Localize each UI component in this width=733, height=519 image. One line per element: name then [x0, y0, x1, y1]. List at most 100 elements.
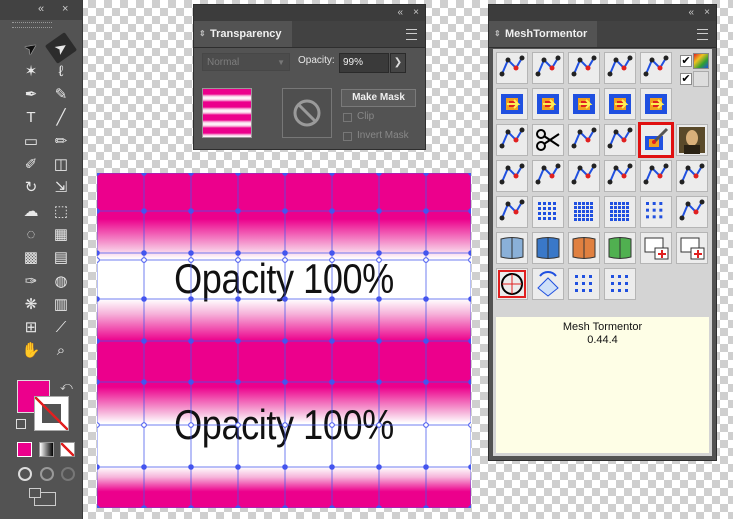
mesh-grid-lines[interactable] — [97, 173, 471, 508]
default-fill-stroke-icon[interactable] — [16, 419, 26, 429]
artwork-thumbnail[interactable] — [202, 88, 252, 138]
artwork-mesh-object[interactable]: Opacity 100% Opacity 100% — [97, 173, 471, 508]
panel-mesh-3-button[interactable] — [568, 232, 600, 264]
sparse-grid-button[interactable] — [640, 196, 672, 228]
close-icon[interactable]: × — [62, 2, 68, 16]
swatch-box-icon[interactable] — [693, 71, 709, 87]
grid-rows-button[interactable] — [604, 268, 636, 300]
rotate-90-button[interactable] — [532, 160, 564, 192]
panel-grip[interactable] — [12, 22, 52, 28]
slice-tool-icon[interactable]: ⟋ — [49, 317, 73, 339]
perspective-grid-tool-icon[interactable]: ▦ — [49, 223, 73, 245]
color-mesh-4-button[interactable] — [604, 88, 636, 120]
rectangle-tool-icon[interactable]: ▭ — [19, 130, 43, 152]
option-checkbox-1[interactable]: ✔ — [680, 55, 692, 67]
star-points-button[interactable] — [496, 160, 528, 192]
dense-grid-3-button[interactable] — [604, 196, 636, 228]
none-mode-icon[interactable] — [60, 442, 75, 457]
panel-mesh-1-button[interactable] — [496, 232, 528, 264]
mask-thumbnail[interactable] — [282, 88, 332, 138]
arc-zero-button[interactable] — [604, 160, 636, 192]
scatter-points-button[interactable] — [676, 160, 708, 192]
type-tool-icon[interactable]: T — [19, 107, 43, 129]
line-segment-tool-icon[interactable]: ╱ — [49, 107, 73, 129]
hand-tool-icon[interactable]: ✋ — [19, 340, 43, 362]
rotate-mesh-button[interactable] — [532, 268, 564, 300]
dense-grid-1-button[interactable] — [532, 196, 564, 228]
symbol-sprayer-tool-icon[interactable]: ❋ — [19, 293, 43, 315]
opacity-input[interactable]: 99% — [339, 53, 389, 73]
option-checkbox-2[interactable]: ✔ — [680, 73, 692, 85]
artboard-tool-icon[interactable]: ⊞ — [19, 317, 43, 339]
free-transform-tool-icon[interactable]: ⬚ — [49, 200, 73, 222]
swap-fill-stroke-icon[interactable]: ⤺ — [60, 379, 73, 394]
scale-tool-icon[interactable]: ⇲ — [49, 177, 73, 199]
dotted-square-button[interactable] — [640, 160, 672, 192]
clip-checkbox[interactable] — [343, 113, 352, 122]
draw-behind-icon[interactable] — [40, 467, 54, 481]
spiral-points-button[interactable] — [676, 196, 708, 228]
tab-meshtormentor[interactable]: ⇕ MeshTormentor — [489, 21, 598, 47]
selection-tool-icon[interactable]: ➤ — [15, 32, 47, 64]
color-mode-icon[interactable] — [17, 442, 32, 457]
make-mask-button[interactable]: Make Mask — [341, 89, 416, 107]
path-connect-button[interactable] — [640, 52, 672, 84]
pen-tool-icon[interactable]: ✒ — [19, 84, 43, 106]
paintbrush-mesh-button[interactable] — [638, 122, 674, 158]
invert-mask-checkbox[interactable] — [343, 132, 352, 141]
scissors-button[interactable] — [532, 124, 564, 156]
magic-wand-tool-icon[interactable]: ✶ — [19, 60, 43, 82]
gradient-mode-icon[interactable] — [39, 442, 54, 457]
curve-third-button[interactable] — [568, 160, 600, 192]
color-picker-icon[interactable] — [693, 53, 709, 69]
color-mesh-3-button[interactable] — [568, 88, 600, 120]
close-icon[interactable]: × — [704, 6, 710, 20]
eraser-tool-icon[interactable]: ◫ — [49, 154, 73, 176]
panel-mesh-2-button[interactable] — [532, 232, 564, 264]
color-mesh-2-button[interactable] — [532, 88, 564, 120]
dense-grid-2-button[interactable] — [568, 196, 600, 228]
grid-zero-button[interactable] — [496, 124, 528, 156]
collapse-icon[interactable]: « — [397, 6, 403, 20]
paintbrush-tool-icon[interactable]: ✏ — [49, 130, 73, 152]
opacity-stepper-button[interactable]: ❯ — [390, 53, 406, 73]
mesh-tool-icon[interactable]: ▩ — [19, 247, 43, 269]
blend-mode-select[interactable]: Normal ▼ — [202, 53, 290, 71]
mona-lisa-button[interactable] — [676, 124, 708, 156]
point-to-point-button[interactable] — [568, 52, 600, 84]
panel-mesh-4-button[interactable] — [604, 232, 636, 264]
grid-3x3-button[interactable] — [568, 268, 600, 300]
screen-mode-icon[interactable] — [29, 488, 56, 506]
close-icon[interactable]: × — [413, 6, 419, 20]
draw-inside-icon[interactable] — [61, 467, 75, 481]
warp-distort-button[interactable] — [532, 52, 564, 84]
table-insert-button[interactable] — [676, 232, 708, 264]
curvature-tool-icon[interactable]: ✎ — [49, 84, 73, 106]
rotate-tool-icon[interactable]: ↻ — [19, 177, 43, 199]
draw-normal-icon[interactable] — [18, 467, 32, 481]
warp-envelope-button[interactable] — [496, 52, 528, 84]
shape-builder-tool-icon[interactable]: ◌ — [19, 223, 43, 245]
path-align-button[interactable] — [604, 52, 636, 84]
eyedropper-tool-icon[interactable]: ✑ — [19, 270, 43, 292]
lasso-tool-icon[interactable]: ℓ — [49, 60, 73, 82]
gradient-tool-icon[interactable]: ▤ — [49, 247, 73, 269]
node-curve-button[interactable] — [568, 124, 600, 156]
circle-crosshair-button[interactable] — [496, 268, 528, 300]
color-mesh-1-button[interactable] — [496, 88, 528, 120]
table-add-button[interactable] — [640, 232, 672, 264]
zoom-tool-icon[interactable]: ⌕ — [49, 340, 73, 362]
panel-menu-icon[interactable] — [406, 29, 417, 40]
column-graph-tool-icon[interactable]: ▥ — [49, 293, 73, 315]
collapse-icon[interactable]: « — [38, 2, 44, 16]
bezier-handle-button[interactable] — [604, 124, 636, 156]
warp-tool-icon[interactable]: ☁ — [19, 200, 43, 222]
color-mesh-5-button[interactable] — [640, 88, 672, 120]
shaper-tool-icon[interactable]: ✐ — [19, 154, 43, 176]
panel-menu-icon[interactable] — [697, 29, 708, 40]
direct-selection-tool-icon[interactable]: ➤ — [44, 32, 78, 64]
blend-tool-icon[interactable]: ◍ — [49, 270, 73, 292]
corner-points-button[interactable] — [496, 196, 528, 228]
stroke-color-swatch[interactable] — [34, 396, 69, 431]
tab-transparency[interactable]: ⇕ Transparency — [194, 21, 292, 47]
